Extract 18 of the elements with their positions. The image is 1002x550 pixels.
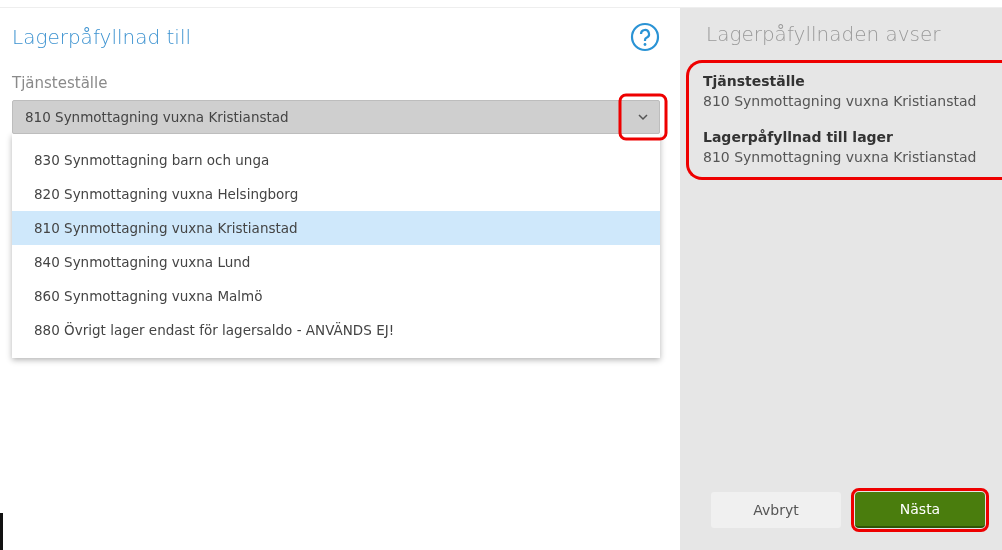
cancel-button[interactable]: Avbryt [711,492,841,528]
dropdown-option[interactable]: 860 Synmottagning vuxna Malmö [12,279,660,313]
select-field[interactable]: 810 Synmottagning vuxna Kristianstad [12,100,660,134]
dropdown-option[interactable]: 820 Synmottagning vuxna Helsingborg [12,177,660,211]
summary-value: 810 Synmottagning vuxna Kristianstad [703,149,978,165]
dropdown-option[interactable]: 880 Övrigt lager endast för lagersaldo - ANVÄNDS EJ! [12,313,660,347]
dropdown-option[interactable]: 830 Synmottagning barn och unga [12,143,660,177]
dropdown-option[interactable]: 840 Synmottagning vuxna Lund [12,245,660,279]
help-icon[interactable] [630,22,660,52]
field-label: Tjänsteställe [12,74,109,92]
summary-label: Tjänsteställe [703,73,806,89]
dropdown-option[interactable]: 810 Synmottagning vuxna Kristianstad [12,211,660,245]
cursor-mark [0,513,3,550]
summary-label: Lagerpåfyllnad till lager [703,129,894,145]
chevron-icon[interactable] [618,93,668,141]
summary-value: 810 Synmottagning vuxna Kristianstad [703,93,978,109]
summary-title: Lagerpåfyllnaden avser [705,22,942,46]
form-title: Lagerpåfyllnad till [12,25,191,49]
